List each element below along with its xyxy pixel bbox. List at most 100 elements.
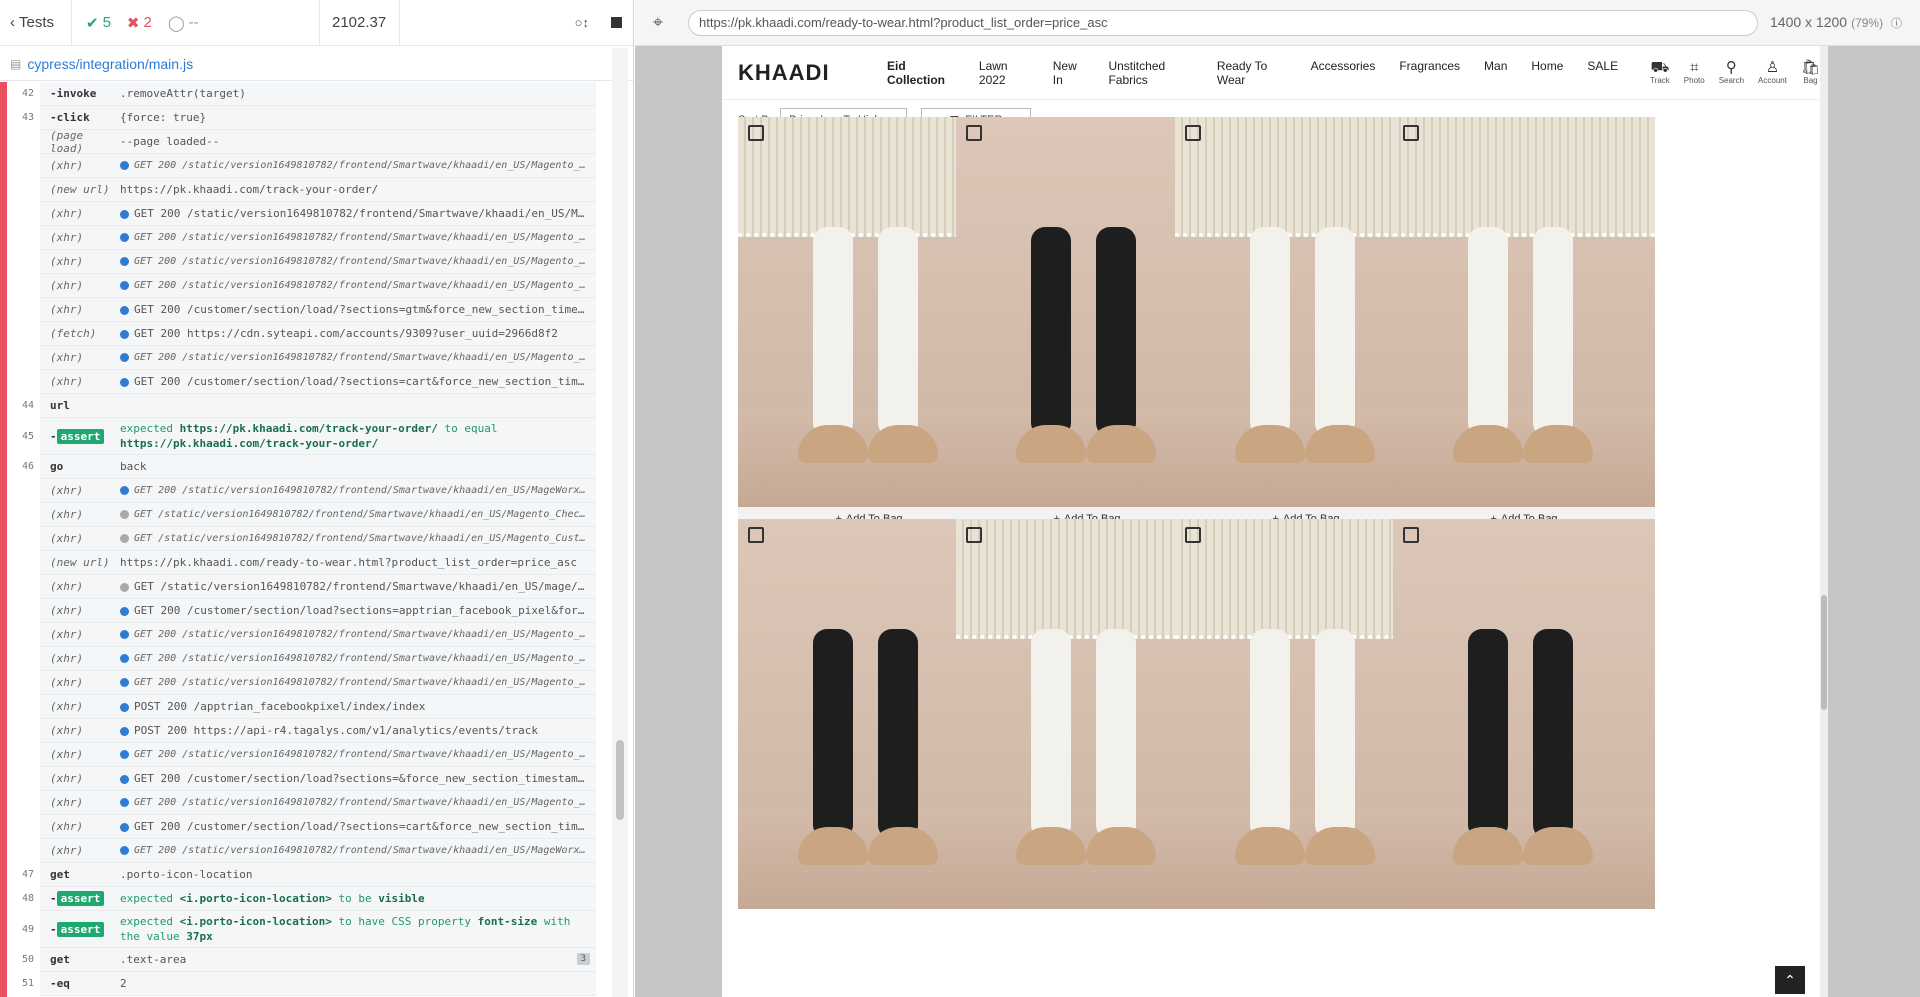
command-row[interactable]: (xhr) GET 200 /customer/section/load/?sec… bbox=[40, 815, 596, 839]
visual-search-icon[interactable] bbox=[748, 125, 764, 141]
command-row[interactable]: (xhr) GET /static/version1649810782/front… bbox=[40, 503, 596, 527]
command-row[interactable]: (xhr) GET /static/version1649810782/front… bbox=[40, 527, 596, 551]
command-row[interactable]: (new url) https://pk.khaadi.com/ready-to-… bbox=[40, 551, 596, 575]
command-row[interactable]: 44 url bbox=[22, 394, 596, 418]
assert-dash: - bbox=[50, 892, 57, 905]
site-logo[interactable]: KHAADI bbox=[738, 60, 887, 86]
nav-item[interactable]: Fragrances bbox=[1399, 59, 1460, 87]
command-row[interactable]: (xhr) POST 200 https://api-r4.tagalys.com… bbox=[40, 719, 596, 743]
command-row[interactable]: (xhr) POST 200 /apptrian_facebookpixel/in… bbox=[40, 695, 596, 719]
selector-playground-icon[interactable]: ⌖ bbox=[635, 0, 681, 46]
header-account-button[interactable]: ♙ Account bbox=[1758, 60, 1787, 86]
command-number: 48 bbox=[21, 893, 34, 904]
header-bag-button[interactable]: 🛍 Bag bbox=[1801, 60, 1820, 86]
status-dot-icon bbox=[120, 377, 129, 387]
spec-path[interactable]: ▤ cypress/integration/main.js bbox=[0, 47, 633, 81]
reporter-scrollbar-thumb[interactable] bbox=[616, 740, 624, 820]
command-message: {force: true} bbox=[120, 111, 596, 124]
url-field[interactable]: https://pk.khaadi.com/ready-to-wear.html… bbox=[688, 9, 1758, 36]
nav-item[interactable]: Accessories bbox=[1311, 59, 1376, 87]
nav-item[interactable]: Man bbox=[1484, 59, 1507, 87]
command-row[interactable]: (xhr) GET 200 /static/version1649810782/f… bbox=[40, 671, 596, 695]
command-name: (xhr) bbox=[50, 676, 84, 689]
command-row[interactable]: (xhr) GET 200 /static/version1649810782/f… bbox=[40, 479, 596, 503]
visual-search-icon[interactable] bbox=[1403, 125, 1419, 141]
nav-item[interactable]: Lawn 2022 bbox=[979, 59, 1029, 87]
visual-search-icon[interactable] bbox=[966, 125, 982, 141]
command-message: expected <i.porto-icon-location> to have… bbox=[120, 914, 596, 944]
command-row[interactable]: 49- assert expected <i.porto-icon-location… bbox=[22, 911, 596, 948]
header-search-button[interactable]: ⚲ Search bbox=[1719, 60, 1744, 86]
command-row[interactable]: (xhr) GET 200 /static/version1649810782/f… bbox=[40, 647, 596, 671]
nav-item[interactable]: SALE bbox=[1587, 59, 1618, 87]
command-message-text: POST 200 /apptrian_facebookpixel/index/i… bbox=[134, 700, 426, 713]
product-card[interactable]: +Add To BagLycra Jersey TightsDyed Tight… bbox=[1393, 117, 1655, 573]
command-row[interactable]: (xhr) GET /static/version1649810782/front… bbox=[40, 575, 596, 599]
command-message: .porto-icon-location bbox=[120, 868, 596, 881]
chevron-up-icon: ⌃ bbox=[1784, 971, 1796, 988]
nav-item[interactable]: Unstitched Fabrics bbox=[1108, 59, 1192, 87]
command-row[interactable]: 50 get .text-area 3 bbox=[22, 948, 596, 972]
nav-item[interactable]: Ready To Wear bbox=[1217, 59, 1287, 87]
status-dot-icon bbox=[120, 797, 129, 807]
visual-search-icon[interactable] bbox=[966, 527, 982, 543]
command-message-text: {force: true} bbox=[120, 111, 207, 124]
product-card[interactable] bbox=[1393, 519, 1655, 909]
command-message-text: GET 200 /customer/section/load/?sections… bbox=[134, 303, 596, 316]
duration-value: 2102.37 bbox=[332, 14, 387, 31]
command-row[interactable]: (fetch) GET 200 https://cdn.syteapi.com/a… bbox=[40, 322, 596, 346]
page-scrollbar-thumb[interactable] bbox=[1821, 595, 1827, 710]
command-row[interactable]: (xhr) GET 200 /customer/section/load?sect… bbox=[40, 767, 596, 791]
command-row[interactable]: (xhr) GET 200 /customer/section/load/?sec… bbox=[40, 370, 596, 394]
visual-search-icon[interactable] bbox=[1185, 527, 1201, 543]
command-message-text: GET 200 /customer/section/load/?sections… bbox=[134, 820, 596, 833]
scroll-to-top-button[interactable]: ⌃ bbox=[1775, 966, 1805, 994]
command-row[interactable]: (xhr) GET 200 /static/version1649810782/f… bbox=[40, 346, 596, 370]
command-row[interactable]: (xhr) GET 200 /static/version1649810782/f… bbox=[40, 839, 596, 863]
visual-search-icon[interactable] bbox=[1185, 125, 1201, 141]
nav-item[interactable]: Home bbox=[1531, 59, 1563, 87]
failed-count: ✖ 2 bbox=[127, 14, 152, 32]
command-row[interactable]: 51 -eq 2 bbox=[22, 972, 596, 996]
command-row[interactable]: 46 go back bbox=[22, 455, 596, 479]
nav-item[interactable]: Eid Collection bbox=[887, 59, 955, 87]
command-row[interactable]: (xhr) GET 200 /static/version1649810782/f… bbox=[40, 743, 596, 767]
tests-button[interactable]: ‹ Tests bbox=[0, 0, 72, 46]
header-track-button[interactable]: ⛟ Track bbox=[1650, 60, 1670, 86]
leg-right bbox=[1533, 629, 1573, 839]
header-photo-button[interactable]: ⌗ Photo bbox=[1684, 60, 1705, 86]
product-image[interactable] bbox=[1393, 117, 1655, 507]
command-row[interactable]: (xhr) GET 200 /static/version1649810782/f… bbox=[40, 250, 596, 274]
command-row[interactable]: 47 get .porto-icon-location bbox=[22, 863, 596, 887]
command-row[interactable]: 45- assert expected https://pk.khaadi.com/… bbox=[22, 418, 596, 455]
info-icon[interactable]: ⓘ bbox=[1891, 18, 1902, 30]
autoscroll-toggle-icon[interactable]: ○↕ bbox=[575, 15, 589, 30]
command-row[interactable]: (xhr) GET 200 /static/version1649810782/f… bbox=[40, 274, 596, 298]
viewport-info[interactable]: 1400 x 1200 (79%) ⓘ bbox=[1770, 14, 1902, 31]
product-image[interactable] bbox=[1393, 519, 1655, 909]
command-row[interactable]: (xhr) GET 200 /static/version1649810782/f… bbox=[40, 202, 596, 226]
command-row[interactable]: 42 -invoke .removeAttr(target) bbox=[22, 82, 596, 106]
command-row[interactable]: (page load) --page loaded-- bbox=[40, 129, 596, 155]
command-name: -invoke bbox=[50, 87, 97, 100]
visual-search-icon[interactable] bbox=[1403, 527, 1419, 543]
command-row[interactable]: (xhr) GET 200 /customer/section/load/?sec… bbox=[40, 298, 596, 322]
file-icon: ▤ bbox=[10, 56, 22, 71]
command-name: (xhr) bbox=[50, 279, 84, 292]
stop-button[interactable] bbox=[611, 17, 622, 28]
command-row[interactable]: (xhr) GET 200 /static/version1649810782/f… bbox=[40, 154, 596, 178]
page-scrollbar[interactable] bbox=[1820, 46, 1828, 997]
command-message: .removeAttr(target) bbox=[120, 87, 596, 100]
command-message-text: GET 200 /static/version1649810782/fronte… bbox=[134, 677, 596, 688]
command-row[interactable]: (new url) https://pk.khaadi.com/track-you… bbox=[40, 178, 596, 202]
command-row[interactable]: (xhr) GET 200 /customer/section/load?sect… bbox=[40, 599, 596, 623]
command-name: - assert bbox=[40, 921, 120, 937]
command-row[interactable]: 43 -click {force: true} bbox=[22, 106, 596, 130]
command-row[interactable]: (xhr) GET 200 /static/version1649810782/f… bbox=[40, 226, 596, 250]
command-row[interactable]: (xhr) GET 200 /static/version1649810782/f… bbox=[40, 791, 596, 815]
command-row[interactable]: 48- assert expected <i.porto-icon-location… bbox=[22, 887, 596, 911]
reporter-scrollbar[interactable] bbox=[612, 48, 628, 997]
nav-item[interactable]: New In bbox=[1053, 59, 1085, 87]
command-row[interactable]: (xhr) GET 200 /static/version1649810782/f… bbox=[40, 623, 596, 647]
visual-search-icon[interactable] bbox=[748, 527, 764, 543]
